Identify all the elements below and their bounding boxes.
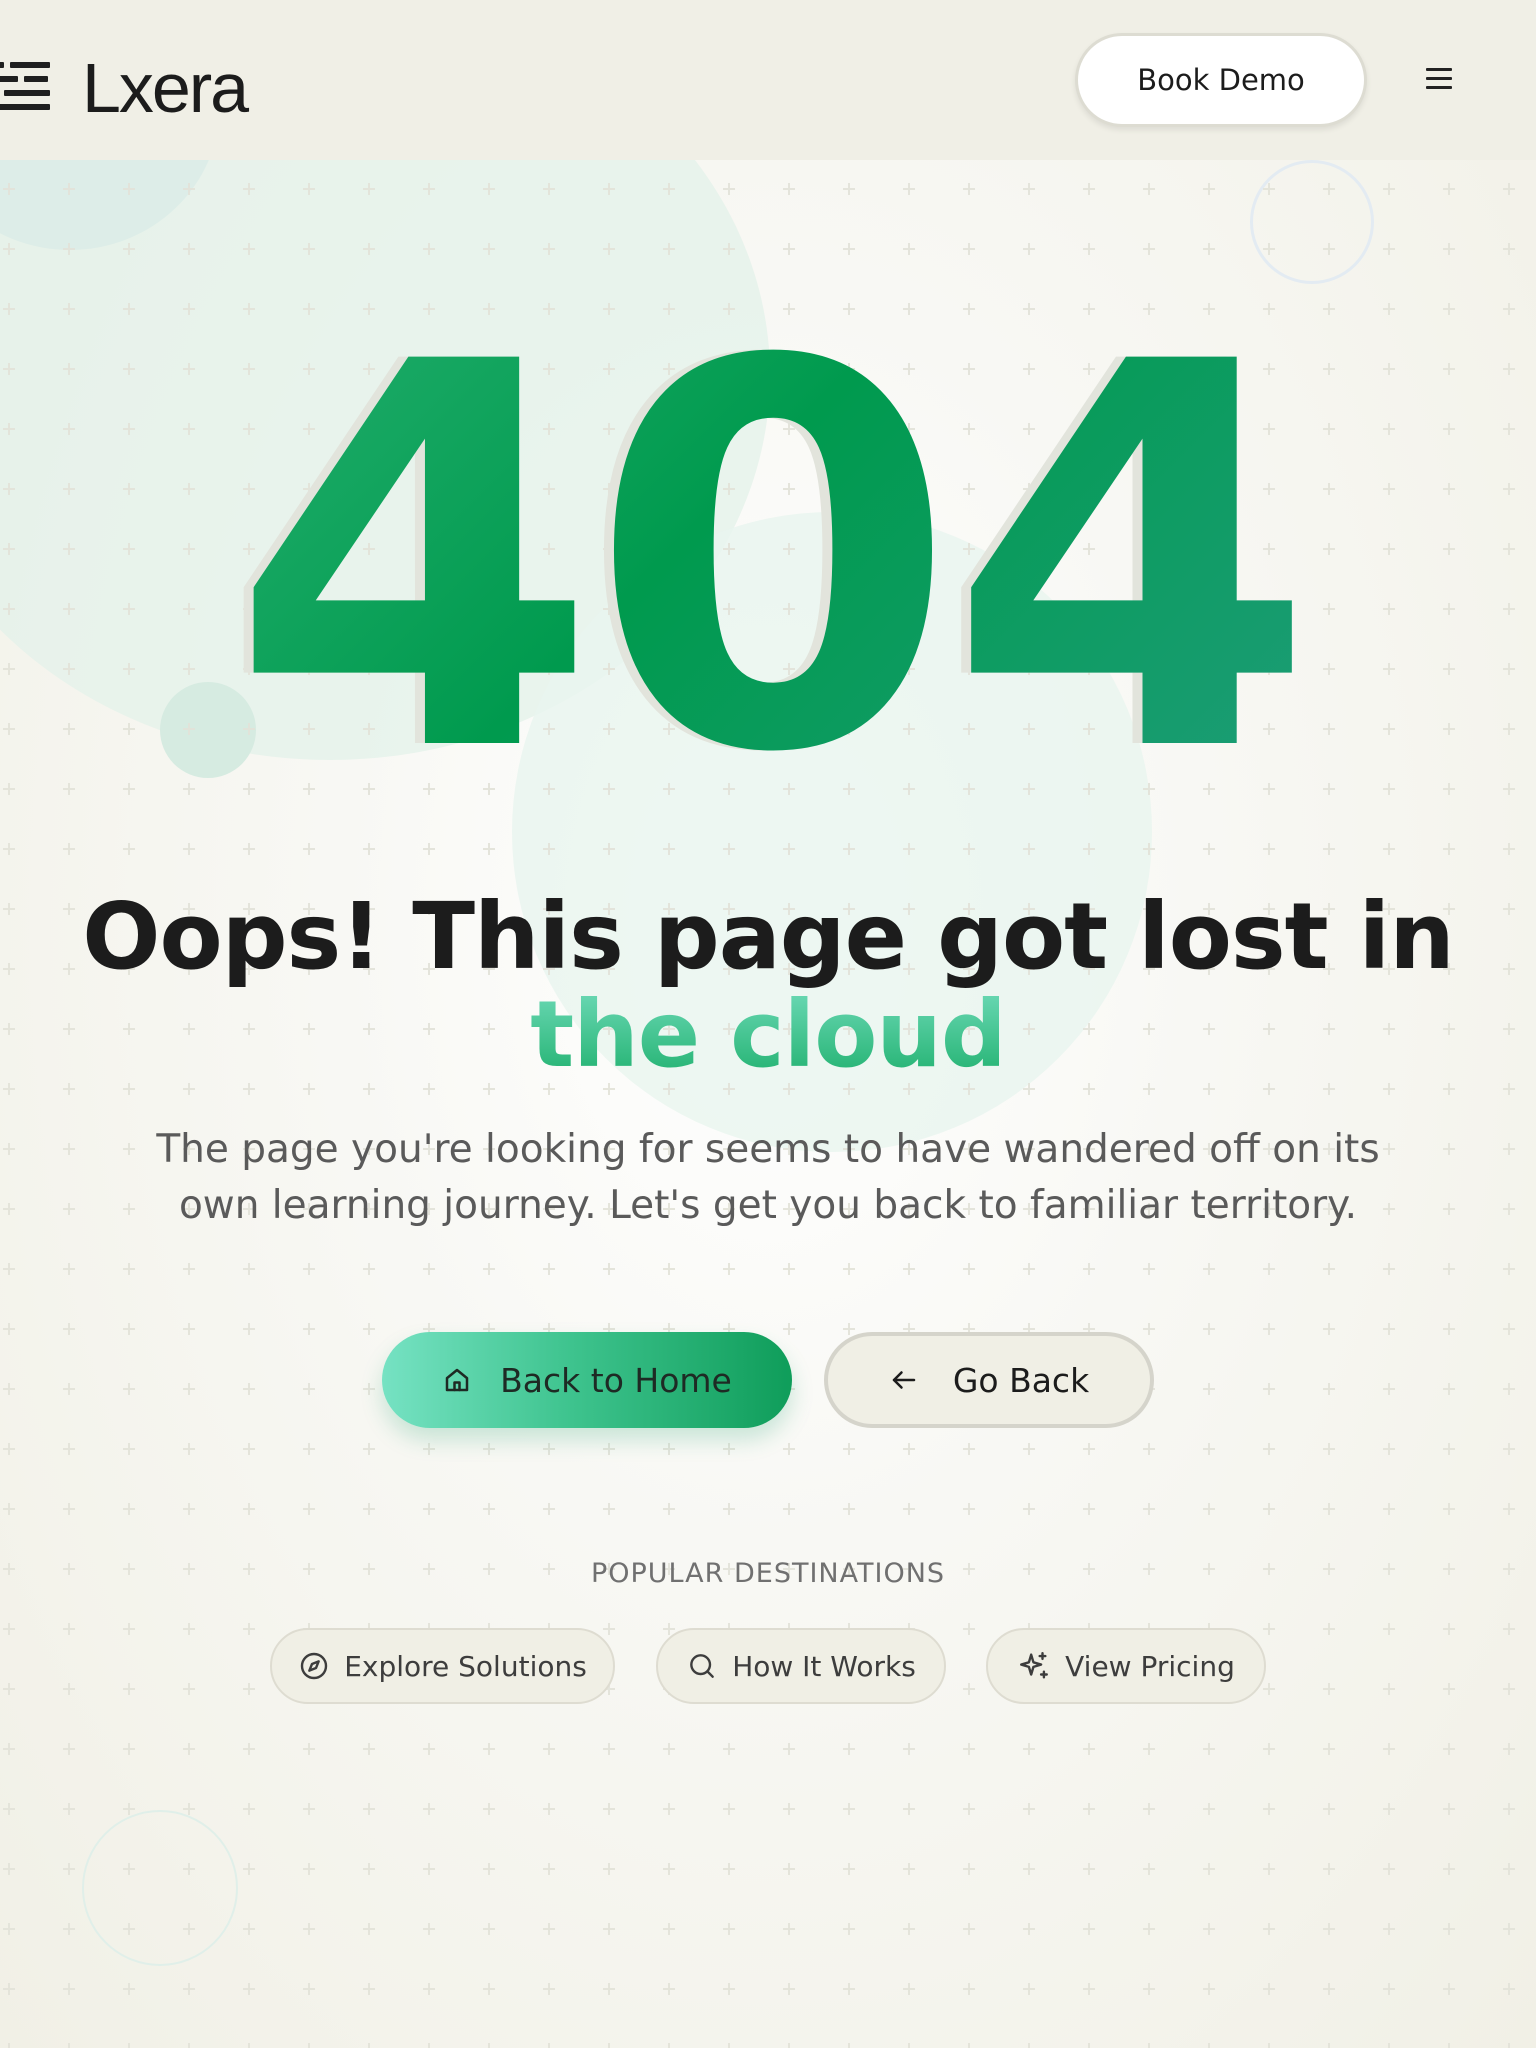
logo-mark-icon	[0, 58, 64, 118]
view-pricing-link[interactable]: View Pricing	[986, 1628, 1266, 1704]
popular-destinations-heading: POPULAR DESTINATIONS	[590, 1558, 946, 1589]
logo[interactable]: Lxera	[0, 48, 249, 128]
explore-solutions-label: Explore Solutions	[344, 1649, 587, 1683]
view-pricing-label: View Pricing	[1065, 1649, 1235, 1683]
book-demo-button[interactable]: Book Demo	[1075, 33, 1367, 127]
compass-icon	[298, 1650, 330, 1682]
how-it-works-label: How It Works	[732, 1649, 916, 1683]
go-back-button[interactable]: Go Back	[824, 1332, 1154, 1428]
error-code: 404 404	[0, 295, 1536, 825]
back-to-home-button[interactable]: Back to Home	[382, 1332, 792, 1428]
page-title-main: Oops! This page got lost in	[82, 883, 1454, 990]
page-description: The page you're looking for seems to hav…	[156, 1127, 1380, 1228]
arrow-left-icon	[889, 1365, 919, 1395]
page-title: Oops! This page got lost in the cloud	[40, 888, 1496, 1084]
site-header: Lxera Book Demo	[0, 0, 1536, 160]
back-to-home-label: Back to Home	[500, 1360, 732, 1400]
explore-solutions-link[interactable]: Explore Solutions	[270, 1628, 615, 1704]
home-icon	[442, 1365, 472, 1395]
logo-text: Lxera	[82, 49, 249, 127]
sparkles-icon	[1017, 1649, 1051, 1683]
page-title-accent: the cloud	[530, 981, 1007, 1088]
error-code-text: 404	[0, 295, 1536, 825]
how-it-works-link[interactable]: How It Works	[656, 1628, 946, 1704]
go-back-label: Go Back	[952, 1360, 1090, 1400]
hamburger-menu-icon[interactable]	[1426, 68, 1452, 90]
search-icon	[686, 1650, 718, 1682]
